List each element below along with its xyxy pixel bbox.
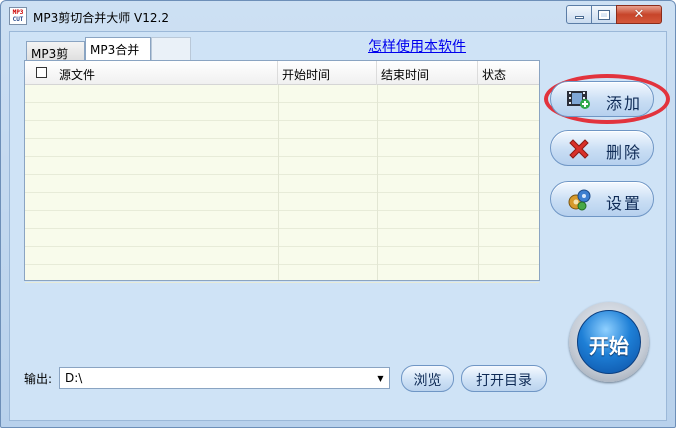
output-path-value: D:\ <box>65 371 83 385</box>
delete-button-label: 删除 <box>606 143 643 162</box>
grid-header: 源文件 开始时间 结束时间 状态 <box>25 61 539 85</box>
output-path-combobox[interactable]: D:\ ▼ <box>59 367 390 389</box>
empty-grid-row <box>25 265 539 283</box>
add-button-label: 添加 <box>606 94 643 113</box>
start-button-face: 开始 <box>577 310 641 374</box>
close-button[interactable]: ✕ <box>616 5 662 24</box>
empty-grid-row <box>25 85 539 103</box>
browse-button[interactable]: 浏览 <box>401 365 454 392</box>
grid-column-divider <box>278 85 279 280</box>
red-x-icon <box>569 139 589 159</box>
start-button[interactable]: 开始 <box>569 302 649 382</box>
column-header-start-time[interactable]: 开始时间 <box>278 61 377 85</box>
start-button-label: 开始 <box>589 334 629 358</box>
open-directory-button[interactable]: 打开目录 <box>461 365 547 392</box>
film-add-icon <box>567 91 590 109</box>
add-button[interactable]: 添加 <box>550 81 654 117</box>
settings-button-label: 设置 <box>606 194 643 213</box>
column-header-end-time[interactable]: 结束时间 <box>377 61 478 85</box>
maximize-icon <box>598 9 610 20</box>
grid-column-divider <box>478 85 479 280</box>
client-area: MP3剪切 MP3合并 怎样使用本软件 源文件 开始时间 结束时间 状态 <box>9 31 670 421</box>
gear-icon <box>568 189 591 211</box>
file-list-body[interactable] <box>25 85 539 283</box>
empty-grid-row <box>25 103 539 121</box>
close-icon: ✕ <box>633 7 645 22</box>
column-header-source-file[interactable]: 源文件 <box>25 61 278 85</box>
title-bar[interactable]: MP3 CUT MP3剪切合并大师 V12.2 ✕ <box>1 1 675 31</box>
window-controls: ✕ <box>566 5 669 25</box>
grid-column-divider <box>377 85 378 280</box>
empty-grid-row <box>25 175 539 193</box>
empty-grid-row <box>25 193 539 211</box>
empty-grid-row <box>25 139 539 157</box>
settings-button[interactable]: 设置 <box>550 181 654 217</box>
output-label: 输出: <box>24 372 53 386</box>
main-window: MP3 CUT MP3剪切合并大师 V12.2 ✕ MP3剪切 MP3合并 怎样… <box>0 0 676 428</box>
empty-grid-row <box>25 121 539 139</box>
app-logo-top: MP3 <box>12 9 24 16</box>
minimize-icon <box>574 16 584 19</box>
help-link[interactable]: 怎样使用本软件 <box>368 36 466 56</box>
file-list-panel: 源文件 开始时间 结束时间 状态 <box>24 60 540 283</box>
tab-strip-blank <box>151 37 191 61</box>
column-header-status[interactable]: 状态 <box>478 61 539 85</box>
maximize-button[interactable] <box>591 5 617 24</box>
tab-mp3-merge[interactable]: MP3合并 <box>85 37 151 61</box>
app-logo-icon: MP3 CUT <box>9 7 27 25</box>
window-title: MP3剪切合并大师 V12.2 <box>33 11 169 25</box>
delete-button[interactable]: 删除 <box>550 130 654 166</box>
app-logo-bottom: CUT <box>12 16 24 23</box>
minimize-button[interactable] <box>566 5 592 24</box>
empty-grid-row <box>25 157 539 175</box>
empty-grid-row <box>25 211 539 229</box>
empty-grid-row <box>25 229 539 247</box>
dropdown-arrow-icon[interactable]: ▼ <box>373 369 388 387</box>
empty-grid-row <box>25 247 539 265</box>
